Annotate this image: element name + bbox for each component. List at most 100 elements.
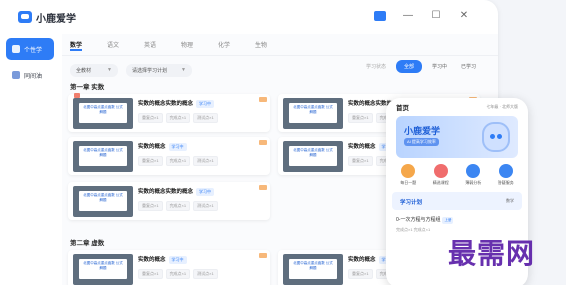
stat-chip: 重复点×1: [348, 113, 373, 123]
chat-icon: [498, 164, 513, 178]
stat-chip: 重复点×1: [138, 269, 163, 279]
thumbnail-text: 北图中高点重点函数 公式解题: [83, 148, 123, 157]
app-logo: 小鹿爱学: [18, 10, 76, 25]
lesson-title: 实数的概念实数的概念学习中: [138, 187, 215, 196]
menu-label: 薄弱分析: [465, 180, 482, 185]
phone-grade[interactable]: 七年级 · 北师大版: [486, 104, 518, 110]
thumbnail-text: 北图中高点重点函数 公式解题: [293, 261, 333, 270]
sidebar-item-label: 同间油: [24, 73, 43, 80]
course-tag: 上册: [442, 217, 454, 224]
plan-course-item[interactable]: 0-一次方程与方程组 上册 完成点×1 完成点×1: [396, 216, 518, 233]
lesson-thumbnail: 北图中高点重点函数 公式解题: [283, 98, 343, 129]
lesson-thumbnail: 北图中高点重点函数 公式解题: [73, 254, 133, 285]
lesson-stats: 重复点×1完成点×1测试点×1: [138, 156, 218, 166]
menu-label: 答疑服务: [497, 180, 514, 185]
lesson-title: 实数的概念学习中: [138, 255, 187, 264]
app-logo-icon: [18, 11, 32, 23]
textbook-select[interactable]: 全教材 ▼: [70, 63, 118, 77]
close-icon[interactable]: ✕: [458, 10, 470, 22]
chapter-title: 第一章 实数: [70, 84, 105, 91]
plan-select-value: 请选择学习计划: [132, 67, 168, 74]
title-bar: 小鹿爱学 — ☐ ✕: [0, 0, 498, 34]
menu-analysis[interactable]: 薄弱分析: [459, 164, 487, 186]
status-learned[interactable]: 已学习: [457, 61, 480, 72]
screen-icon[interactable]: [374, 11, 386, 21]
menu-label: 每日一题: [400, 180, 417, 185]
mascot-icon: [482, 122, 510, 152]
maximize-icon[interactable]: ☐: [430, 10, 442, 22]
corner-badge: [259, 185, 267, 190]
lesson-thumbnail: 北图中高点重点函数 公式解题: [73, 141, 133, 172]
lesson-title: 实数的概念实数的概念学习中: [138, 99, 215, 108]
menu-daily-question[interactable]: 每日一题: [394, 164, 422, 186]
stat-chip: 测试点×1: [193, 269, 218, 279]
sidebar-item-label: 个性学: [24, 47, 43, 54]
textbook-select-value: 全教材: [76, 67, 92, 74]
menu-qa[interactable]: 答疑服务: [492, 164, 520, 186]
stat-chip: 测试点×1: [193, 201, 218, 211]
menu-label: 精选课程: [432, 180, 449, 185]
tab-biology[interactable]: 生物: [255, 40, 292, 49]
lesson-card[interactable]: 北图中高点重点函数 公式解题 实数的概念学习中 重复点×1完成点×1测试点×1: [68, 137, 270, 175]
play-icon: [433, 164, 448, 178]
thumbnail-text: 北图中高点重点函数 公式解题: [293, 105, 333, 114]
calendar-icon: [401, 164, 416, 178]
thumbnail-text: 北图中高点重点函数 公式解题: [293, 148, 333, 157]
lesson-stats: 重复点×1完成点×1测试点×1: [138, 113, 218, 123]
tab-math[interactable]: 数学: [70, 40, 107, 51]
stat-chip: 重复点×1: [348, 269, 373, 279]
corner-badge: [259, 97, 267, 102]
study-plan-header[interactable]: 学习计划 数学: [392, 192, 522, 210]
stat-chip: 重复点×1: [348, 156, 373, 166]
course-title: 0-一次方程与方程组 上册: [396, 217, 454, 224]
banner-subtitle: AI 提高学习效率: [404, 138, 439, 146]
status-all[interactable]: 全部: [395, 60, 422, 73]
stat-chip: 完成点×1: [165, 201, 191, 211]
lesson-title: 实数的概念学习中: [138, 142, 187, 151]
tab-english[interactable]: 英语: [144, 40, 181, 49]
sidebar-item-personal[interactable]: 个性学: [6, 38, 54, 60]
tab-chemistry[interactable]: 化学: [218, 40, 255, 49]
lesson-thumbnail: 北图中高点重点函数 公式解题: [73, 98, 133, 129]
sidebar-item-second[interactable]: 同间油: [6, 64, 54, 86]
minimize-icon[interactable]: —: [402, 10, 414, 22]
stat-chip: 重复点×1: [138, 113, 163, 123]
lesson-card[interactable]: 北图中高点重点函数 公式解题 实数的概念实数的概念学习中 重复点×1完成点×1测…: [68, 93, 270, 132]
chevron-down-icon: ▼: [107, 67, 112, 73]
stat-chip: 重复点×1: [138, 156, 163, 166]
status-badge: 学习中: [168, 143, 187, 151]
study-plan-title: 学习计划: [400, 200, 423, 206]
tab-physics[interactable]: 物理: [181, 40, 218, 49]
status-learning[interactable]: 学习中: [428, 61, 451, 72]
lesson-card[interactable]: 北图中高点重点函数 公式解题 实数的概念学习中 重复点×1完成点×1测试点×1: [68, 250, 270, 285]
sidebar: 个性学 同间油: [0, 34, 60, 285]
stat-chip: 完成点×1: [165, 113, 191, 123]
thumbnail-text: 北图中高点重点函数 公式解题: [83, 261, 123, 270]
plan-select[interactable]: 请选择学习计划 ▼: [126, 63, 192, 77]
subject-tabs: 数学 语文 英语 物理 化学 生物: [62, 34, 498, 56]
book-icon: [12, 71, 20, 79]
status-badge: 学习中: [196, 188, 215, 196]
lesson-stats: 重复点×1完成点×1测试点×1: [138, 201, 218, 211]
status-filter: 学习状态 全部 学习中 已学习: [362, 60, 480, 73]
thumbnail-text: 北图中高点重点函数 公式解题: [83, 193, 123, 202]
lesson-thumbnail: 北图中高点重点函数 公式解题: [283, 141, 343, 172]
status-badge: 学习中: [168, 256, 187, 264]
phone-menu: 每日一题 精选课程 薄弱分析 答疑服务: [386, 162, 528, 188]
lesson-card[interactable]: 北图中高点重点函数 公式解题 实数的概念实数的概念学习中 重复点×1完成点×1测…: [68, 182, 270, 220]
lesson-thumbnail: 北图中高点重点函数 公式解题: [283, 254, 343, 285]
phone-banner[interactable]: 小鹿爱学 AI 提高学习效率: [396, 116, 518, 158]
menu-courses[interactable]: 精选课程: [427, 164, 455, 186]
phone-header: 首页 七年级 · 北师大版: [386, 98, 528, 112]
thumbnail-text: 北图中高点重点函数 公式解题: [83, 105, 123, 114]
banner-title: 小鹿爱学: [404, 126, 441, 136]
screen: 小鹿爱学 — ☐ ✕ 个性学 同间油 数学 语文 英语 物理 化学 生物 全教材…: [0, 0, 566, 285]
chapter-title: 第二章 虚数: [70, 240, 105, 247]
study-plan-subject[interactable]: 数学: [506, 198, 514, 204]
app-title: 小鹿爱学: [36, 13, 76, 25]
chevron-down-icon: ▼: [181, 67, 186, 73]
corner-badge: [259, 140, 267, 145]
stat-chip: 测试点×1: [193, 156, 218, 166]
tab-chinese[interactable]: 语文: [107, 40, 144, 49]
lesson-thumbnail: 北图中高点重点函数 公式解题: [73, 186, 133, 217]
